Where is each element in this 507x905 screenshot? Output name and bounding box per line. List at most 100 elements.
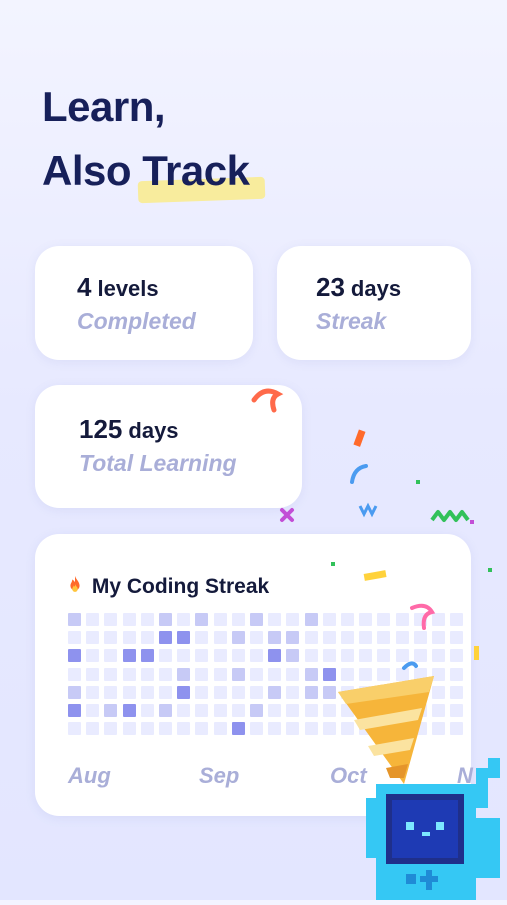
streak-cell xyxy=(122,722,136,736)
streak-cell xyxy=(231,613,245,626)
streak-cell xyxy=(68,613,81,626)
streak-cell xyxy=(304,613,318,626)
streak-cell xyxy=(304,685,318,699)
streak-label: Streak xyxy=(316,308,387,334)
streak-cell xyxy=(286,613,300,626)
levels-number-row: 4 levels xyxy=(77,272,159,303)
streak-cell xyxy=(304,667,318,681)
streak-cell xyxy=(213,685,227,699)
streak-cell xyxy=(304,631,318,645)
streak-cell xyxy=(432,613,445,626)
streak-cell xyxy=(104,704,118,717)
streak-cell xyxy=(250,704,263,717)
streak-cell xyxy=(250,667,263,681)
streak-unit: days xyxy=(350,276,402,301)
streak-cell xyxy=(177,667,191,681)
levels-card: 4 levels Completed xyxy=(35,246,253,360)
streak-cell xyxy=(450,722,464,736)
streak-cell xyxy=(140,667,154,681)
streak-cell xyxy=(359,649,373,663)
streak-cell xyxy=(86,722,100,736)
streak-cell xyxy=(450,649,464,663)
streak-cell xyxy=(286,722,300,736)
total-label: Total Learning xyxy=(79,450,237,476)
streak-cell xyxy=(159,649,172,663)
streak-cell xyxy=(86,667,100,681)
streak-cell xyxy=(231,649,245,663)
streak-cell xyxy=(213,704,227,717)
streak-cell xyxy=(159,613,172,626)
streak-cell xyxy=(86,685,100,699)
streak-cell xyxy=(177,685,191,699)
streak-cell xyxy=(68,631,81,645)
headline-track: Track xyxy=(142,146,250,196)
streak-cell xyxy=(450,667,464,681)
streak-cell xyxy=(432,649,445,663)
streak-cell xyxy=(413,649,427,663)
streak-cell xyxy=(122,704,136,717)
streak-cell xyxy=(286,631,300,645)
streak-cell xyxy=(122,613,136,626)
streak-cell xyxy=(140,631,154,645)
streak-cell xyxy=(104,649,118,663)
streak-number-row: 23 days xyxy=(316,272,401,303)
streak-cell xyxy=(104,613,118,626)
streak-cell xyxy=(341,613,354,626)
streak-cell xyxy=(177,649,191,663)
streak-cell xyxy=(68,704,81,717)
streak-cell xyxy=(231,667,245,681)
streak-cell xyxy=(450,613,464,626)
streak-cell xyxy=(268,667,282,681)
streak-cell xyxy=(432,631,445,645)
month-aug: Aug xyxy=(68,763,111,788)
streak-cell xyxy=(304,649,318,663)
streak-cell xyxy=(268,613,282,626)
streak-cell xyxy=(213,649,227,663)
levels-unit: levels xyxy=(97,276,159,301)
streak-cell xyxy=(304,722,318,736)
streak-cell xyxy=(268,704,282,717)
streak-cell xyxy=(450,631,464,645)
headline-line1: Learn, xyxy=(42,83,166,130)
headline: Learn, Also Track xyxy=(42,82,250,197)
streak-cell xyxy=(341,631,354,645)
streak-cell xyxy=(341,649,354,663)
streak-cell xyxy=(140,649,154,663)
streak-cell xyxy=(286,685,300,699)
streak-cell xyxy=(377,649,391,663)
streak-cell xyxy=(359,631,373,645)
streak-cell xyxy=(268,631,282,645)
streak-cell xyxy=(213,667,227,681)
streak-cell xyxy=(377,613,391,626)
streak-cell xyxy=(140,722,154,736)
streak-cell xyxy=(104,685,118,699)
streak-cell xyxy=(140,685,154,699)
streak-cell xyxy=(195,649,209,663)
streak-number: 23 xyxy=(316,272,345,302)
streak-cell xyxy=(268,649,282,663)
streak-cell xyxy=(104,722,118,736)
streak-cell xyxy=(359,613,373,626)
streak-cell xyxy=(159,704,172,717)
streak-cell xyxy=(322,631,336,645)
streak-cell xyxy=(122,667,136,681)
streak-cell xyxy=(177,631,191,645)
streak-cell xyxy=(195,667,209,681)
fire-icon xyxy=(64,575,92,598)
streak-cell xyxy=(195,722,209,736)
streak-cell xyxy=(213,631,227,645)
streak-cell xyxy=(86,613,100,626)
streak-cell xyxy=(413,631,427,645)
streak-cell xyxy=(377,631,391,645)
streak-cell xyxy=(122,649,136,663)
headline-also: Also xyxy=(42,147,132,195)
streak-cell xyxy=(231,685,245,699)
total-unit: days xyxy=(128,418,179,443)
streak-cell xyxy=(450,704,464,717)
streak-cell xyxy=(268,685,282,699)
streak-cell xyxy=(122,685,136,699)
streak-cell xyxy=(231,722,245,736)
total-number: 125 xyxy=(79,414,123,444)
coding-streak-title-text: My Coding Streak xyxy=(91,575,270,598)
streak-cell xyxy=(68,667,81,681)
